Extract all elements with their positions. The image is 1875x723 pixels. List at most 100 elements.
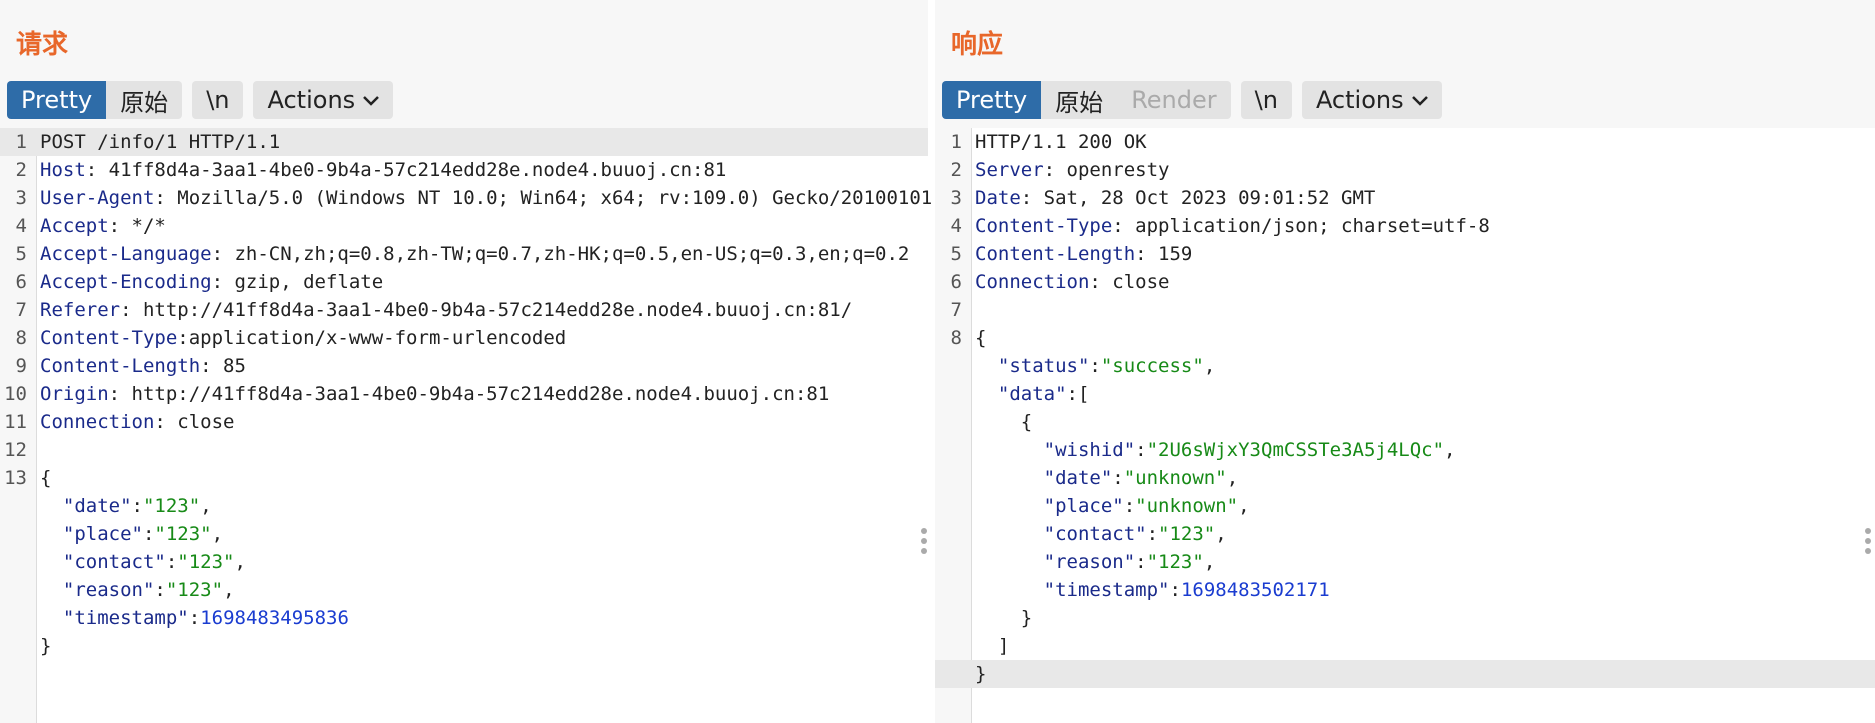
line-number: 7: [950, 299, 962, 321]
token-key: "reason": [62, 579, 155, 601]
code-text: HTTP/1.1 200 OK: [975, 128, 1147, 156]
response-actions-label: Actions: [1315, 86, 1404, 114]
line-number: 2: [15, 159, 27, 181]
code-text: "timestamp":1698483495836: [40, 604, 349, 632]
token-key: User-Agent: [40, 187, 155, 209]
token-text: :: [1089, 355, 1101, 377]
response-code-line: {: [935, 408, 1875, 436]
token-key: Origin: [40, 383, 109, 405]
token-key: "place": [62, 523, 143, 545]
token-text: :: [1146, 523, 1159, 545]
response-code-line: "reason":"123",: [935, 548, 1875, 576]
response-raw-button[interactable]: 原始: [1041, 81, 1118, 119]
token-key: "reason": [1043, 551, 1136, 573]
code-text: User-Agent: Mozilla/5.0 (Windows NT 10.0…: [40, 184, 932, 212]
request-raw-button[interactable]: 原始: [106, 81, 183, 119]
token-string: "123": [177, 551, 235, 573]
token-text: HTTP/1.1 200 OK: [975, 131, 1147, 153]
code-text: "reason":"123",: [40, 576, 235, 604]
token-text: }: [975, 663, 987, 685]
code-text: Content-Length: 85: [40, 352, 246, 380]
response-code-line: 7: [935, 296, 1875, 324]
request-code-line: 3 User-Agent: Mozilla/5.0 (Windows NT 10.…: [0, 184, 933, 212]
token-text: :: [154, 579, 166, 601]
response-code-line: }: [935, 604, 1875, 632]
request-code-line: "date":"123",: [0, 492, 928, 520]
request-toolbar: Pretty 原始 \n Actions: [7, 81, 394, 119]
code-text: Accept-Encoding: gzip, deflate: [40, 268, 383, 296]
token-text: : http://41ff8d4a-3aa1-4be0-9b4a-57c214e…: [108, 383, 830, 405]
response-pretty-button[interactable]: Pretty: [942, 81, 1042, 119]
token-string: "success": [1100, 355, 1204, 377]
code-text: }: [975, 604, 1032, 632]
request-editor[interactable]: 1 POST /info/1 HTTP/1.1 2 Host: 41ff8d4a-3a…: [0, 128, 933, 723]
code-text: "place":"123",: [40, 520, 223, 548]
token-text: :: [1169, 579, 1181, 601]
request-code-line: "place":"123",: [0, 520, 928, 548]
token-text: :: [188, 607, 201, 629]
response-code-line: 1 HTTP/1.1 200 OK: [935, 128, 1875, 156]
token-key: Connection: [40, 411, 155, 433]
token-string: "2U6sWjxY3QmCSSTe3A5j4LQc": [1146, 439, 1445, 461]
request-pretty-button[interactable]: Pretty: [7, 81, 107, 119]
request-newline-button[interactable]: \n: [192, 81, 244, 119]
response-editor[interactable]: 1 HTTP/1.1 200 OK 2 Server: openresty 3 Date:…: [935, 128, 1875, 723]
code-text: Content-Type: application/json; charset=…: [975, 212, 1490, 240]
response-actions-button[interactable]: Actions: [1301, 81, 1442, 119]
code-text: "reason":"123",: [975, 548, 1216, 576]
code-text: {: [975, 408, 1032, 436]
chevron-down-icon: [363, 90, 380, 111]
request-actions-button[interactable]: Actions: [253, 81, 394, 119]
token-text: : close: [1089, 271, 1170, 293]
token-text: }: [975, 607, 1033, 629]
token-text: : 85: [200, 355, 246, 377]
code-text: Referer: http://41ff8d4a-3aa1-4be0-9b4a-…: [40, 296, 852, 324]
token-key: "date": [62, 495, 132, 517]
token-key: "data": [997, 383, 1067, 405]
token-text: :: [165, 551, 178, 573]
request-code-line: "contact":"123",: [0, 548, 928, 576]
token-string: "123": [1146, 551, 1204, 573]
response-code-line: 2 Server: openresty: [935, 156, 1875, 184]
response-code-line: }: [935, 660, 1875, 688]
request-code-line: 11 Connection: close: [0, 408, 928, 436]
token-text: : 159: [1135, 243, 1193, 265]
response-code-line: 6 Connection: close: [935, 268, 1875, 296]
line-number: 9: [15, 355, 27, 377]
token-text: ,: [1215, 523, 1227, 545]
token-text: ,: [1203, 355, 1216, 377]
code-text: Connection: close: [40, 408, 234, 436]
line-number: 12: [4, 439, 27, 461]
code-text: {: [975, 324, 986, 352]
request-code-line: 9 Content-Length: 85: [0, 352, 928, 380]
line-number: 1: [950, 131, 962, 153]
token-key: Referer: [40, 299, 121, 321]
token-text: :: [131, 495, 143, 517]
code-text: Accept: */*: [40, 212, 166, 240]
code-text: Date: Sat, 28 Oct 2023 09:01:52 GMT: [975, 184, 1375, 212]
token-text: ,: [234, 551, 246, 573]
response-code-line: "contact":"123",: [935, 520, 1875, 548]
line-number: 3: [15, 187, 27, 209]
response-newline-button[interactable]: \n: [1240, 81, 1292, 119]
token-text: {: [40, 467, 52, 489]
response-code-line: "timestamp":1698483502171: [935, 576, 1875, 604]
request-actions-label: Actions: [267, 86, 356, 114]
response-code-line: "status":"success",: [935, 352, 1875, 380]
resize-handle-icon[interactable]: [921, 528, 927, 554]
response-render-button[interactable]: Render: [1117, 81, 1231, 119]
resize-handle-icon[interactable]: [1865, 528, 1871, 554]
request-code-line: }: [0, 632, 928, 660]
token-key: Connection: [975, 271, 1090, 293]
token-text: :[: [1066, 383, 1090, 405]
token-key: Content-Length: [40, 355, 201, 377]
token-text: : openresty: [1043, 159, 1170, 181]
